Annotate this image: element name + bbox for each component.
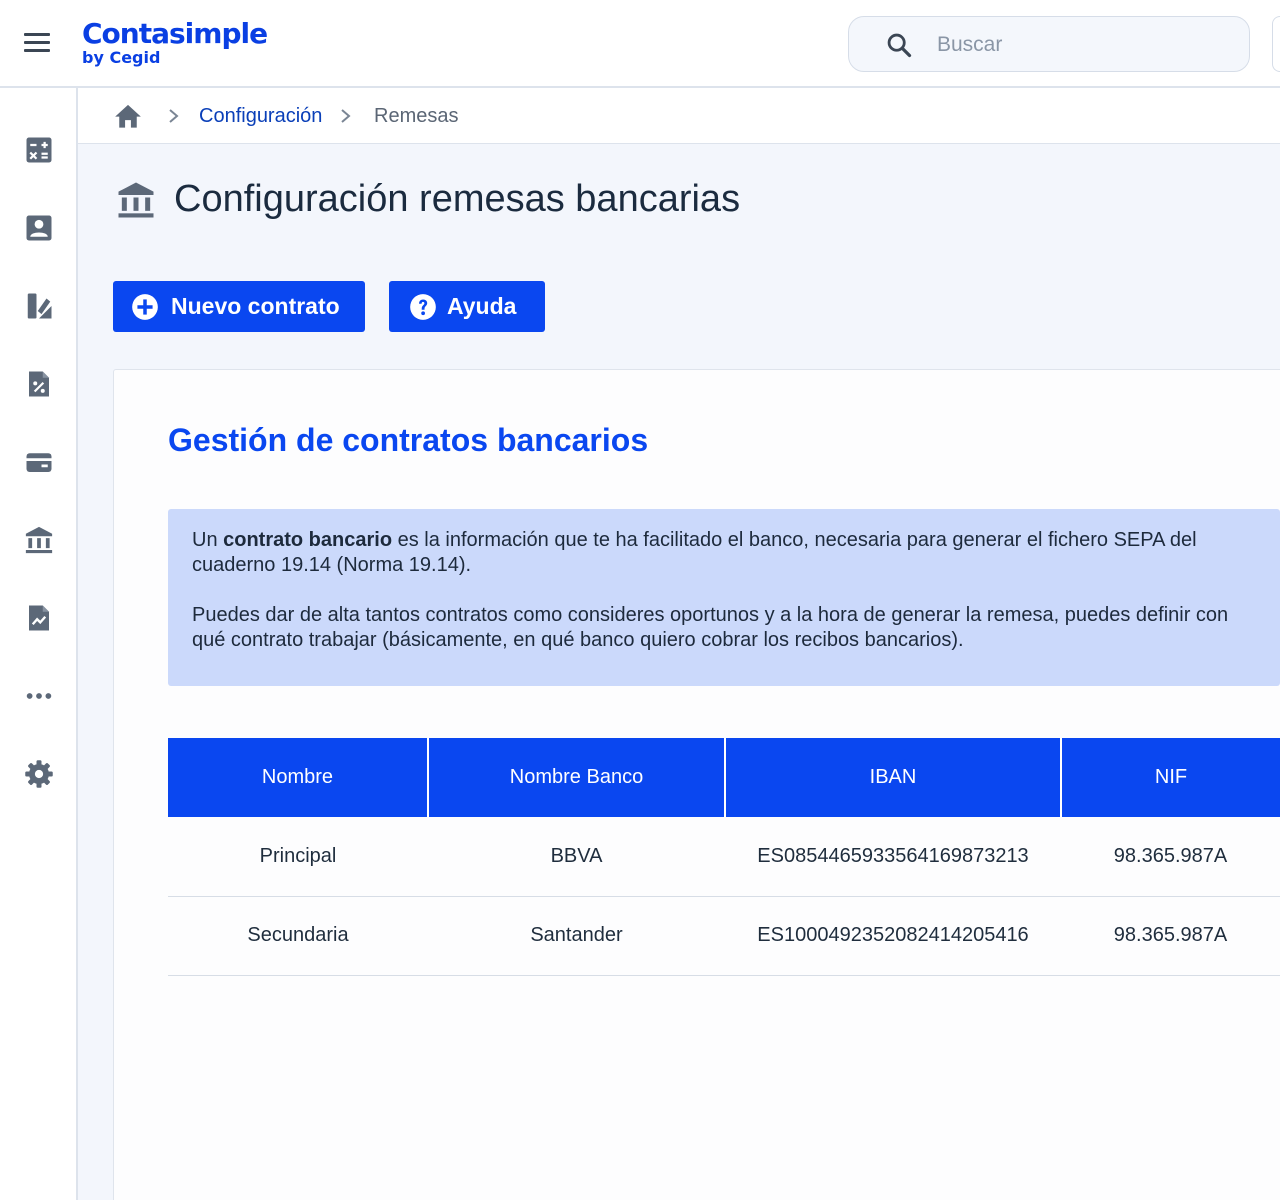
breadcrumb-link-configuracion[interactable]: Configuración: [199, 105, 322, 128]
bank-icon: [25, 526, 53, 554]
add-circle-icon: [132, 293, 158, 320]
sidebar-item-calculator[interactable]: [21, 132, 57, 168]
user-menu-edge[interactable]: [1272, 16, 1280, 72]
column-header-iban[interactable]: IBAN: [725, 738, 1062, 817]
card-title: Gestión de contratos bancarios: [168, 422, 649, 458]
contact-icon: [26, 215, 52, 241]
sales-icon: [27, 293, 52, 319]
cell-nombre-banco: Santander: [428, 896, 725, 976]
sidebar-item-bank[interactable]: [21, 522, 57, 558]
column-header-nombre-banco[interactable]: Nombre Banco: [428, 738, 726, 817]
new-contract-button[interactable]: Nuevo contrato: [113, 281, 365, 332]
search-icon[interactable]: [885, 31, 913, 59]
info-paragraph-2: Puedes dar de alta tantos contratos como…: [192, 604, 1229, 651]
cell-nombre-banco: BBVA: [428, 817, 725, 897]
cell-nif: 98.365.987A: [1061, 896, 1280, 976]
cell-iban: ES0854465933564169873213: [725, 817, 1061, 897]
cell-nombre: Secundaria: [168, 896, 428, 976]
table-row[interactable]: Secundaria Santander ES10004923520824142…: [168, 896, 1280, 976]
sidebar-item-settings[interactable]: [21, 756, 57, 792]
cell-nombre: Principal: [168, 817, 428, 897]
sidebar-item-wallet[interactable]: [21, 444, 57, 480]
cell-nif: 98.365.987A: [1061, 817, 1280, 897]
sidebar-item-reports[interactable]: [21, 600, 57, 636]
table-row[interactable]: Principal BBVA ES0854465933564169873213 …: [168, 817, 1280, 897]
report-icon: [29, 605, 49, 631]
table-header-row: Nombre Nombre Banco IBAN NIF: [168, 738, 1280, 817]
new-contract-label: Nuevo contrato: [171, 293, 340, 319]
chevron-right-icon: [341, 109, 351, 123]
breadcrumb: Configuración Remesas: [78, 88, 1280, 144]
page-title: Configuración remesas bancarias: [174, 178, 741, 220]
calculator-icon: [26, 137, 52, 163]
brand-subtitle: by Cegid: [82, 48, 161, 67]
sidebar: [0, 88, 78, 1200]
sidebar-item-sales[interactable]: [21, 288, 57, 324]
settings-icon: [25, 760, 53, 788]
help-button[interactable]: Ayuda: [389, 281, 545, 332]
sidebar-item-more[interactable]: [21, 678, 57, 714]
home-icon[interactable]: [114, 102, 142, 130]
help-circle-icon: [410, 293, 436, 320]
top-bar: Contasimple by Cegid: [0, 0, 1280, 88]
search-box: [848, 16, 1250, 72]
info-box: Un contrato bancario es la información q…: [168, 509, 1280, 686]
chevron-right-icon: [169, 109, 179, 123]
menu-icon[interactable]: [24, 33, 54, 57]
help-label: Ayuda: [447, 293, 517, 319]
brand-name: Contasimple: [82, 17, 268, 50]
breadcrumb-current: Remesas: [374, 105, 459, 127]
column-header-nif[interactable]: NIF: [1061, 738, 1280, 817]
contracts-card: Gestión de contratos bancarios Un contra…: [113, 369, 1280, 1200]
search-input[interactable]: [937, 31, 1227, 59]
sidebar-item-contacts[interactable]: [21, 210, 57, 246]
tax-document-icon: [29, 371, 49, 397]
info-bold-term: contrato bancario: [223, 529, 393, 551]
bank-icon: [118, 182, 154, 218]
sidebar-item-taxes[interactable]: [21, 366, 57, 402]
cell-iban: ES1000492352082414205416: [725, 896, 1061, 976]
info-text: Un: [192, 529, 224, 551]
column-header-nombre[interactable]: Nombre: [168, 738, 429, 817]
brand-logo[interactable]: Contasimple by Cegid: [82, 17, 268, 67]
contracts-table: Nombre Nombre Banco IBAN NIF Principal B…: [168, 738, 1280, 976]
wallet-icon: [26, 453, 52, 472]
more-icon: [26, 693, 52, 699]
info-paragraph-1: Un contrato bancario es la información q…: [192, 528, 1256, 578]
